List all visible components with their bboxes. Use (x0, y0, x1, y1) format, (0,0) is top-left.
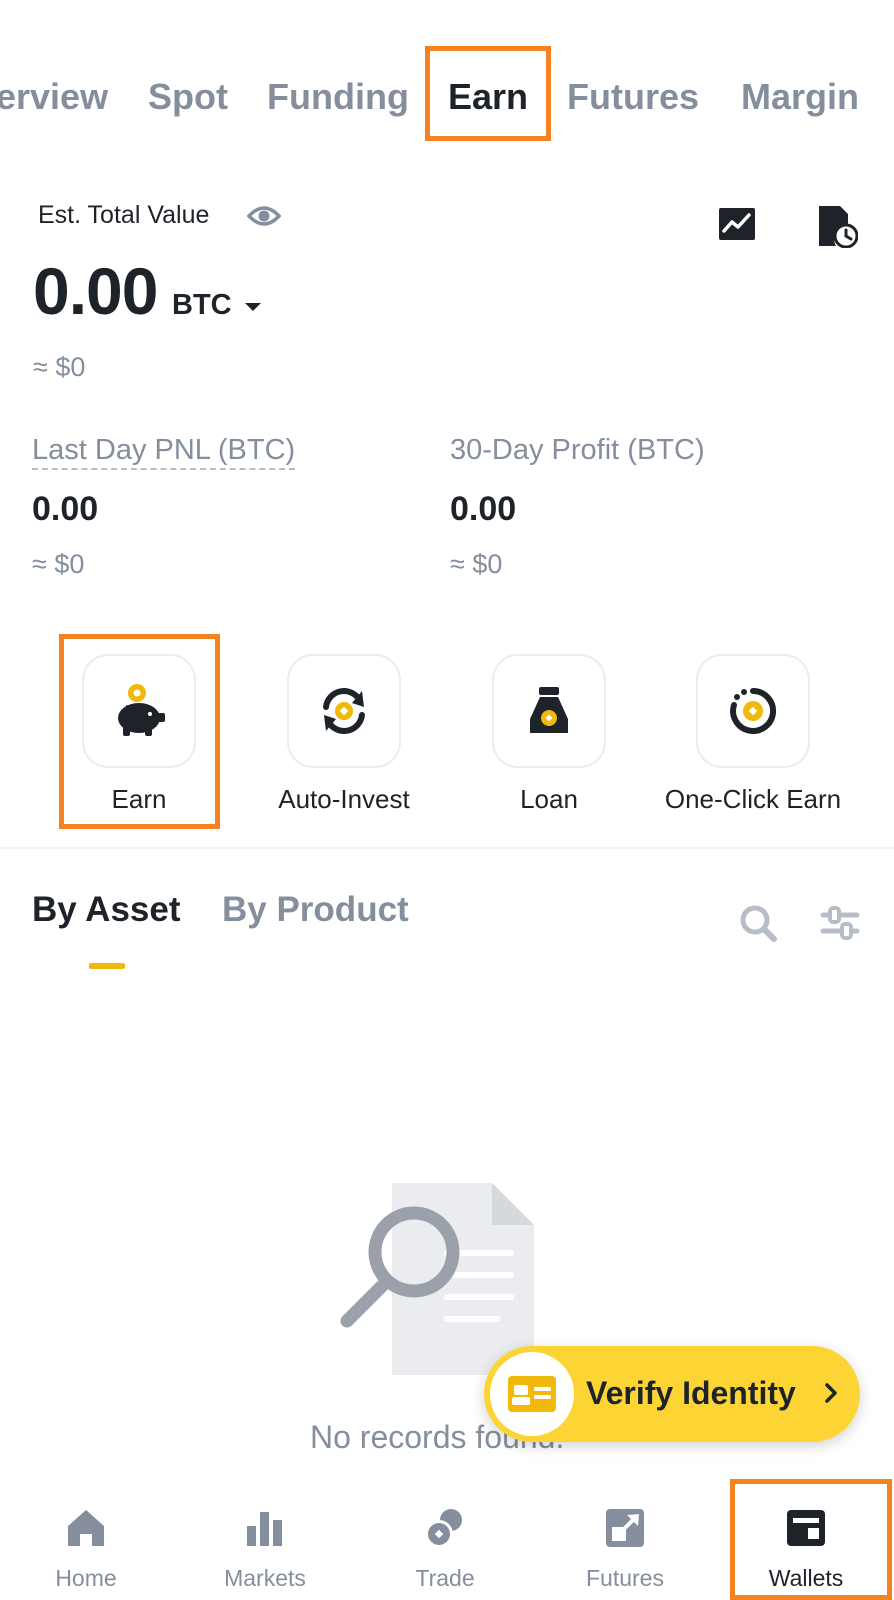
verify-icon-circle (490, 1352, 574, 1436)
nav-wallets-label: Wallets (768, 1565, 844, 1591)
verify-identity-button[interactable]: Verify Identity (484, 1346, 860, 1442)
action-auto-invest[interactable]: Auto-Invest (254, 654, 434, 814)
action-loan-label: Loan (520, 784, 578, 814)
home-icon (68, 1510, 104, 1546)
tab-overview[interactable]: erview (0, 76, 108, 118)
history-icon[interactable] (816, 204, 858, 248)
nav-markets-label: Markets (224, 1565, 306, 1591)
action-one-click-earn[interactable]: One-Click Earn (663, 654, 843, 814)
search-icon[interactable] (738, 903, 778, 943)
chart-icon[interactable] (718, 206, 756, 242)
profit-30d-value: 0.00 (450, 490, 517, 528)
action-earn-label: Earn (111, 784, 167, 814)
tab-by-product[interactable]: By Product (222, 889, 409, 931)
currency-selector[interactable]: BTC (172, 288, 232, 322)
action-loan-icon-box (492, 654, 606, 768)
action-one-click-earn-label: One-Click Earn (664, 784, 842, 814)
verify-identity-label: Verify Identity (586, 1375, 796, 1411)
trade-icon (425, 1509, 462, 1548)
one-click-earn-icon (730, 687, 777, 734)
action-auto-invest-label: Auto-Invest (278, 784, 410, 814)
nav-home[interactable]: Home (0, 1482, 176, 1600)
total-usd: ≈ $0 (33, 352, 86, 382)
tab-funding[interactable]: Funding (267, 76, 409, 118)
piggy-bank-icon (118, 684, 165, 736)
bottom-nav: Home Markets Trade Futures Wallets (0, 1482, 894, 1600)
action-auto-invest-icon-box (287, 654, 401, 768)
tab-earn[interactable]: Earn (448, 76, 528, 118)
tab-by-asset[interactable]: By Asset (32, 889, 181, 931)
nav-home-label: Home (55, 1565, 117, 1591)
account-tabs: erview Spot Funding Earn Futures Margin (0, 48, 894, 144)
caret-down-icon[interactable] (244, 302, 262, 312)
loan-bag-icon (530, 687, 568, 733)
profit-30d-label: 30-Day Profit (BTC) (450, 434, 705, 466)
action-earn[interactable]: Earn (49, 654, 229, 814)
nav-markets[interactable]: Markets (175, 1482, 355, 1600)
action-loan[interactable]: Loan (459, 654, 639, 814)
wallet-icon (787, 1510, 825, 1546)
nav-futures[interactable]: Futures (535, 1482, 715, 1600)
total-value: 0.00 (33, 254, 158, 328)
chevron-right-icon (825, 1383, 837, 1403)
eye-icon[interactable] (247, 202, 281, 230)
action-earn-icon-box (82, 654, 196, 768)
active-tab-indicator (89, 963, 125, 969)
tab-margin[interactable]: Margin (741, 76, 859, 118)
markets-icon (247, 1512, 282, 1546)
filter-icon[interactable] (820, 903, 860, 943)
nav-wallets[interactable]: Wallets (716, 1482, 894, 1600)
nav-futures-label: Futures (586, 1565, 664, 1591)
last-day-pnl-usd: ≈ $0 (32, 549, 85, 579)
tab-futures[interactable]: Futures (567, 76, 699, 118)
last-day-pnl-value: 0.00 (32, 490, 99, 528)
action-one-click-earn-icon-box (696, 654, 810, 768)
section-divider (0, 847, 894, 849)
nav-trade[interactable]: Trade (355, 1482, 535, 1600)
futures-icon (606, 1509, 644, 1547)
tab-spot[interactable]: Spot (148, 76, 228, 118)
profit-30d-usd: ≈ $0 (450, 549, 503, 579)
nav-trade-label: Trade (415, 1565, 475, 1591)
id-card-icon (508, 1376, 556, 1412)
last-day-pnl-label[interactable]: Last Day PNL (BTC) (32, 432, 296, 470)
est-total-label: Est. Total Value (38, 201, 210, 229)
auto-invest-icon (323, 688, 365, 734)
